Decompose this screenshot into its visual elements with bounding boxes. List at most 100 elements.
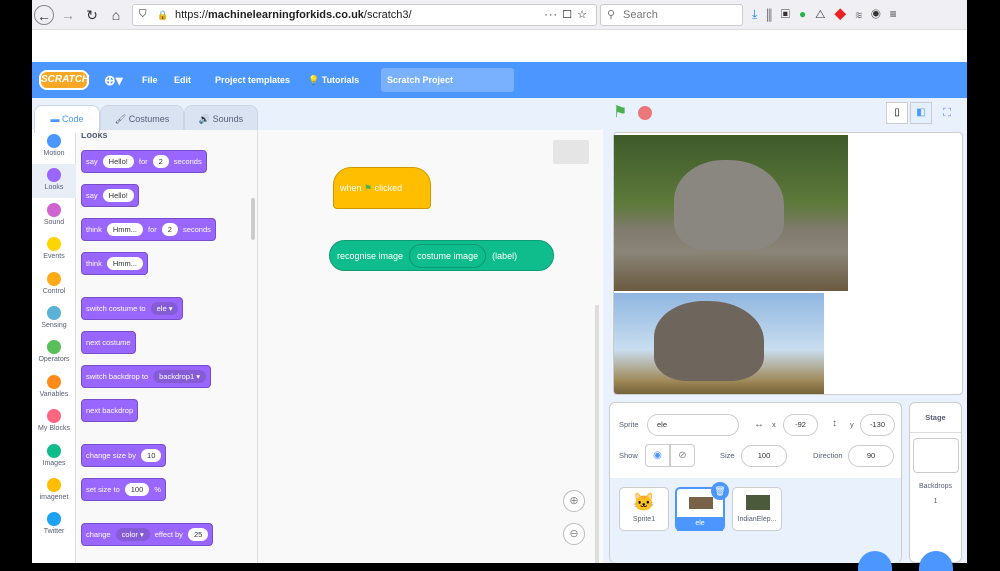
category-dot-icon (47, 512, 61, 527)
looks-block[interactable]: switch costume to ele ▾ (81, 297, 184, 320)
category-my-blocks[interactable]: My Blocks (32, 405, 76, 439)
looks-block[interactable]: change size by 10 (81, 444, 167, 467)
tab-code[interactable]: ▬ Code (34, 105, 100, 133)
category-imagenet[interactable]: imagenet (32, 474, 76, 508)
looks-block[interactable]: switch backdrop to backdrop1 ▾ (81, 365, 211, 388)
size-input[interactable]: 100 (741, 445, 787, 467)
direction-input[interactable]: 90 (848, 445, 894, 467)
category-dot-icon (47, 478, 61, 492)
menu-edit[interactable]: Edit (174, 62, 191, 98)
delete-trash-icon[interactable]: 🗑 (711, 482, 729, 500)
category-dot-icon (47, 134, 61, 148)
browser-search-input[interactable]: ⚲ Search (600, 4, 743, 26)
brush-icon: 🖌 (114, 114, 127, 124)
green-flag-icon[interactable]: ⚑ (613, 102, 627, 122)
block-input[interactable]: 10 (141, 449, 162, 462)
looks-block[interactable]: set size to 100% (81, 478, 166, 501)
forward-icon[interactable]: → (58, 5, 78, 25)
palette-scrollbar[interactable] (251, 198, 255, 240)
block-input[interactable]: 100 (124, 483, 150, 496)
sprite-name: IndianElep... (737, 516, 777, 523)
x-input[interactable]: -92 (783, 414, 818, 436)
block-dropdown[interactable]: backdrop1 ▾ (153, 370, 206, 383)
sprite-tile-indianelephant[interactable]: IndianElep... (732, 487, 782, 531)
stop-icon[interactable] (638, 106, 652, 120)
looks-block[interactable]: next costume (81, 331, 136, 354)
menu-project-templates[interactable]: Project templates (215, 62, 290, 98)
recognise-image-block[interactable]: recognise image costume image (label) (329, 240, 554, 271)
category-motion[interactable]: Motion (32, 130, 76, 164)
show-hidden-eye-icon[interactable]: ⊘ (670, 444, 695, 467)
block-text: switch costume to (86, 304, 146, 313)
reload-icon[interactable]: ↻ (82, 5, 102, 25)
looks-block[interactable]: say Hello! for 2 seconds (81, 150, 207, 173)
block-dropdown[interactable]: ele ▾ (150, 302, 179, 315)
category-label: Variables (39, 390, 69, 398)
zoom-out-icon[interactable]: ⊖ (563, 523, 585, 545)
menu-tutorials[interactable]: 💡 Tutorials (308, 62, 359, 98)
y-input[interactable]: -130 (860, 414, 895, 436)
block-input[interactable]: 2 (161, 223, 178, 236)
language-globe-icon[interactable]: ⊕▾ (104, 62, 123, 98)
page-actions-icons[interactable]: ··· ☐ ☆ (544, 5, 588, 25)
looks-block[interactable]: next backdrop (81, 399, 139, 422)
block-input[interactable]: 25 (187, 528, 209, 541)
block-text: switch backdrop to (86, 372, 149, 381)
browser-extension-icons[interactable]: ⤓⫼▣●△◆≋◉≡ (752, 7, 906, 22)
large-stage-icon[interactable]: ◧ (910, 102, 932, 124)
scratch-logo[interactable]: SCRATCH (39, 70, 89, 90)
small-stage-icon[interactable]: ▯ (886, 102, 908, 124)
stage-selector[interactable]: Stage Backdrops 1 (909, 402, 962, 571)
show-label: Show (619, 451, 638, 460)
category-operators[interactable]: Operators (32, 336, 76, 370)
stage-header: ⚑ ▯ ◧ ⛶ (603, 98, 967, 130)
block-input[interactable]: Hello! (102, 155, 134, 168)
category-images[interactable]: Images (32, 440, 76, 474)
sprite-name: ele (677, 517, 723, 531)
backdrop-thumbnail[interactable] (913, 438, 959, 473)
when-flag-clicked-block[interactable]: when ⚑ clicked (333, 167, 431, 209)
tab-costumes[interactable]: 🖌 Costumes (100, 105, 184, 132)
home-icon[interactable]: ⌂ (106, 5, 126, 25)
block-dropdown[interactable]: color ▾ (115, 528, 150, 541)
costume-image-input[interactable]: costume image (409, 243, 487, 268)
menu-file[interactable]: File (142, 62, 158, 98)
looks-block[interactable]: change color ▾ effect by 25 (81, 523, 214, 546)
category-label: Control (42, 287, 66, 295)
category-looks[interactable]: Looks (32, 164, 76, 199)
category-variables[interactable]: Variables (32, 371, 76, 405)
block-input[interactable]: 2 (152, 155, 169, 168)
category-sensing[interactable]: Sensing (32, 302, 76, 336)
looks-block[interactable]: think Hmm... for 2 seconds (81, 218, 216, 241)
sprite-tile-sprite1[interactable]: 🐱 Sprite1 (619, 487, 669, 531)
sprite-name-input[interactable]: ele (647, 414, 739, 436)
block-input[interactable]: Hmm... (106, 223, 144, 236)
category-events[interactable]: Events (32, 233, 76, 267)
label-dropdown[interactable]: (label) (492, 251, 517, 261)
block-text: think (86, 259, 102, 268)
looks-block[interactable]: say Hello! (81, 184, 139, 207)
add-backdrop-button[interactable] (919, 551, 953, 571)
category-sound[interactable]: Sound (32, 199, 76, 233)
fullscreen-icon[interactable]: ⛶ (936, 102, 958, 124)
sprite-tile-ele[interactable]: ele 🗑 (675, 482, 729, 531)
cat-sprite-icon: 🐱 (632, 492, 656, 512)
block-input[interactable]: Hmm... (106, 257, 144, 270)
workspace-scrollbar[interactable] (595, 305, 599, 563)
category-twitter[interactable]: Twitter (32, 508, 76, 542)
url-bar[interactable]: ⛉ 🔒 https://machinelearningforkids.co.uk… (132, 4, 597, 26)
category-control[interactable]: Control (32, 268, 76, 302)
back-icon[interactable]: ← (34, 5, 54, 25)
sprite-info-pane: Sprite ele ↔ x -92 ↕ y -130 Show ◉ ⊘ Siz… (609, 402, 902, 571)
looks-block[interactable]: think Hmm... (81, 252, 149, 275)
script-workspace[interactable]: when ⚑ clicked recognise image costume i… (258, 130, 603, 563)
african-elephant-image (614, 293, 824, 394)
block-input[interactable]: Hello! (102, 189, 134, 202)
tab-sounds-label: Sounds (212, 114, 244, 124)
stage-canvas[interactable] (613, 132, 963, 395)
show-visible-eye-icon[interactable]: ◉ (645, 444, 670, 467)
category-dot-icon (47, 409, 61, 424)
tab-sounds[interactable]: 🔊 Sounds (184, 105, 258, 132)
project-title-input[interactable]: Scratch Project (381, 68, 514, 92)
zoom-in-icon[interactable]: ⊕ (563, 490, 585, 512)
